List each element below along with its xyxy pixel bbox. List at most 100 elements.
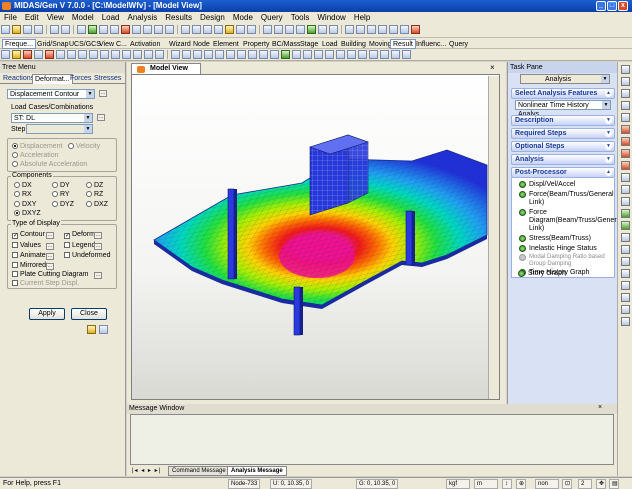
- merge-icon[interactable]: [67, 50, 76, 59]
- release-icon[interactable]: [204, 50, 213, 59]
- redo-icon[interactable]: [61, 25, 70, 34]
- post-item[interactable]: Force Diagram(Beam/Truss/General Link): [519, 209, 622, 233]
- zoom-in-icon[interactable]: [621, 65, 630, 74]
- radio-displacement[interactable]: Displacement: [12, 143, 62, 151]
- tab-reactions[interactable]: Reactions: [1, 74, 36, 84]
- tab-building[interactable]: Building: [338, 39, 369, 49]
- tab-element[interactable]: Element: [210, 39, 242, 49]
- settings-icon[interactable]: ▤: [609, 479, 619, 489]
- activate-all-icon[interactable]: [329, 25, 338, 34]
- menu-model[interactable]: Model: [68, 12, 98, 24]
- menu-edit[interactable]: Edit: [21, 12, 43, 24]
- apply-button[interactable]: Apply: [29, 308, 65, 320]
- fit-icon[interactable]: [621, 89, 630, 98]
- view-front-icon[interactable]: [192, 25, 201, 34]
- section-icon[interactable]: [144, 50, 153, 59]
- tab-scroll-arrows[interactable]: |◂ ◂ ▸ ▸|: [132, 467, 161, 474]
- translate-icon[interactable]: [89, 50, 98, 59]
- mirrored-options-button[interactable]: …: [46, 263, 54, 270]
- post-item[interactable]: Modal Damping Ratio based Group Damping: [519, 254, 615, 268]
- mode-shape-icon[interactable]: [347, 50, 356, 59]
- post-processor-section[interactable]: Post-Processor ▲: [511, 167, 615, 178]
- message-window-close-icon[interactable]: ×: [598, 404, 602, 411]
- folder-icon[interactable]: [87, 325, 96, 334]
- reaction-icon[interactable]: [303, 50, 312, 59]
- view-close-icon[interactable]: ×: [490, 63, 495, 72]
- menu-results[interactable]: Results: [161, 12, 196, 24]
- rotate-x-icon[interactable]: [621, 173, 630, 182]
- values-checkbox[interactable]: Values: [12, 242, 41, 250]
- ucs-icon[interactable]: [367, 25, 376, 34]
- step-select[interactable]: ▼: [26, 124, 93, 134]
- radio-acceleration[interactable]: Acceleration: [12, 152, 59, 160]
- print-icon[interactable]: [34, 25, 43, 34]
- model-view-tab[interactable]: Model View: [131, 63, 201, 74]
- legend-checkbox[interactable]: Legend: [64, 242, 95, 250]
- analysis-feature-select[interactable]: Nonlinear Time History Analys▼: [515, 100, 611, 118]
- tab-deformations[interactable]: Deformat...: [32, 74, 73, 84]
- tab-forces[interactable]: Forces: [68, 74, 93, 84]
- view-iso-icon[interactable]: [181, 25, 190, 34]
- post-item[interactable]: Displ/Vel/Accel: [519, 181, 575, 189]
- cross-icon[interactable]: [45, 50, 54, 59]
- unit-options-icon[interactable]: ↕: [502, 479, 512, 489]
- mirror-icon[interactable]: [78, 50, 87, 59]
- graph-icon[interactable]: [369, 50, 378, 59]
- beam-load-icon[interactable]: [270, 50, 279, 59]
- vertical-scrollbar[interactable]: [488, 76, 499, 399]
- rotate-z-icon[interactable]: [621, 197, 630, 206]
- optional-steps-section[interactable]: Optional Steps ▼: [511, 141, 615, 152]
- check-icon[interactable]: [402, 50, 411, 59]
- print-preview-icon[interactable]: [99, 325, 108, 334]
- zoom-window-icon[interactable]: [132, 25, 141, 34]
- display-type-options-button[interactable]: …: [99, 90, 107, 97]
- menu-query[interactable]: Query: [257, 12, 287, 24]
- view-side-icon[interactable]: [214, 25, 223, 34]
- load-icon[interactable]: [248, 50, 257, 59]
- length-unit-select[interactable]: m: [474, 479, 498, 489]
- pressure-icon[interactable]: [259, 50, 268, 59]
- rotate-y-icon[interactable]: [621, 185, 630, 194]
- message-output[interactable]: [130, 414, 614, 465]
- contour-checkbox[interactable]: ✓ Contour: [12, 231, 45, 239]
- iso-view-icon[interactable]: [621, 101, 630, 110]
- thickness-icon[interactable]: [155, 50, 164, 59]
- radio-dxz[interactable]: DXZ: [86, 201, 108, 209]
- snap-icon[interactable]: [356, 25, 365, 34]
- radio-dxyz[interactable]: DXYZ: [14, 210, 41, 218]
- rotate-icon[interactable]: [165, 25, 174, 34]
- close-panel-button[interactable]: Close: [71, 308, 107, 320]
- new-file-icon[interactable]: [1, 25, 10, 34]
- rotate-element-icon[interactable]: [100, 50, 109, 59]
- deform-checkbox[interactable]: ✓ Deform: [64, 231, 95, 239]
- minimize-button[interactable]: _: [596, 1, 606, 11]
- tab-result[interactable]: Result: [390, 39, 416, 49]
- intersect-icon[interactable]: [122, 50, 131, 59]
- node-number-icon[interactable]: [621, 257, 630, 266]
- menu-view[interactable]: View: [43, 12, 68, 24]
- mass-icon[interactable]: [237, 50, 246, 59]
- tab-query[interactable]: Query: [446, 39, 471, 49]
- render-icon[interactable]: [247, 25, 256, 34]
- select-window-icon[interactable]: [274, 25, 283, 34]
- undeformed-checkbox[interactable]: Undeformed: [64, 252, 111, 260]
- animate-checkbox[interactable]: Animate: [12, 252, 46, 260]
- animate-options-button[interactable]: …: [46, 253, 54, 260]
- radio-dxy[interactable]: DXY: [14, 201, 36, 209]
- run-analysis-icon[interactable]: [121, 25, 130, 34]
- dynamic-view-icon[interactable]: [621, 293, 630, 302]
- analysis-section[interactable]: Analysis ▼: [511, 154, 615, 165]
- radio-rz[interactable]: RZ: [86, 191, 103, 199]
- radio-dx[interactable]: DX: [14, 182, 32, 190]
- snap-select[interactable]: non: [535, 479, 559, 489]
- radio-dyz[interactable]: DYZ: [52, 201, 74, 209]
- property-icon[interactable]: [400, 25, 409, 34]
- table-icon[interactable]: [358, 50, 367, 59]
- plate-cutting-checkbox[interactable]: Plate Cutting Diagram: [12, 271, 88, 279]
- snap-toggle-icon[interactable]: ⊕: [516, 479, 526, 489]
- info-icon[interactable]: [391, 50, 400, 59]
- view-top-icon[interactable]: [203, 25, 212, 34]
- mirrored-checkbox[interactable]: Mirrored: [12, 262, 46, 270]
- perspective-icon[interactable]: [621, 233, 630, 242]
- save-icon[interactable]: [23, 25, 32, 34]
